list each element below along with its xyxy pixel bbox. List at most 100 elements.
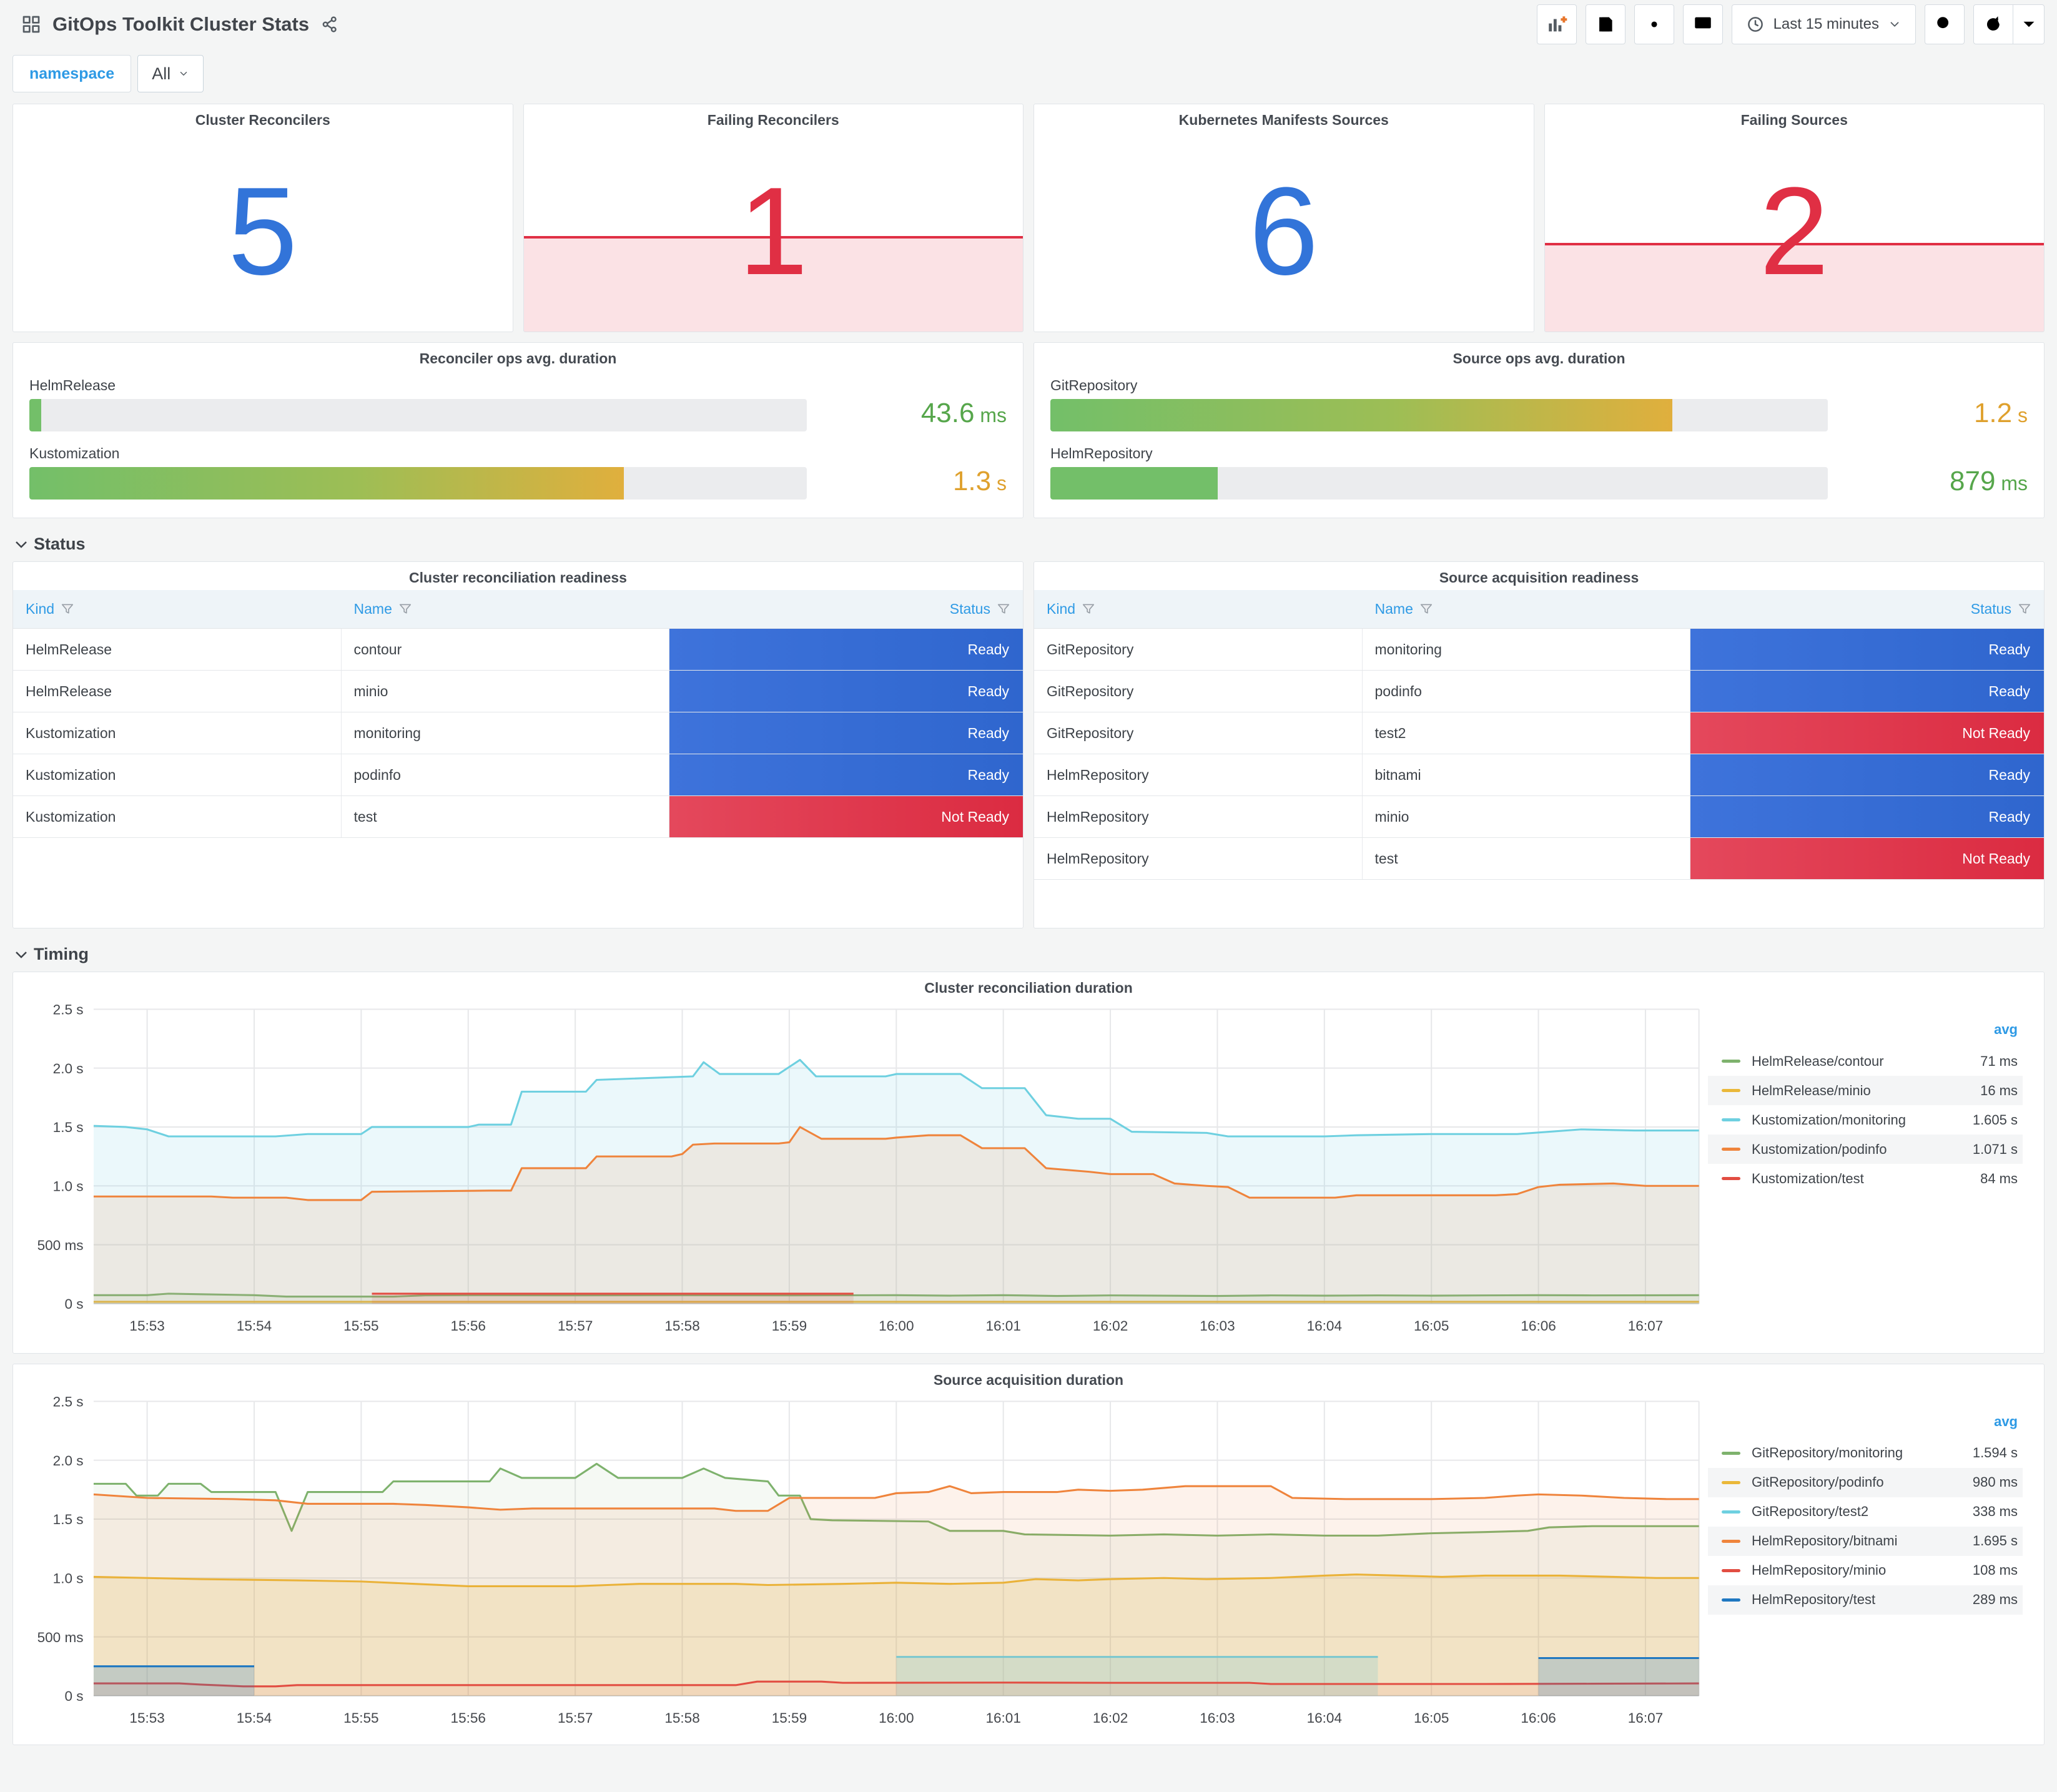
gauge-panel-title[interactable]: Source ops avg. duration <box>1034 343 2044 371</box>
table-row: GitRepository monitoring Ready <box>1034 629 2044 671</box>
refresh-interval-dropdown[interactable] <box>2013 4 2045 44</box>
chart-panel-title[interactable]: Cluster reconciliation duration <box>13 972 2044 1000</box>
legend-series-avg: 16 ms <box>1980 1082 2018 1098</box>
stat-panel-title[interactable]: Cluster Reconcilers <box>13 104 513 132</box>
svg-text:16:05: 16:05 <box>1414 1318 1449 1334</box>
legend-item[interactable]: HelmRepository/minio 108 ms <box>1708 1556 2023 1585</box>
dashboard-settings-button[interactable] <box>1634 4 1674 44</box>
filter-funnel-icon[interactable] <box>997 602 1010 617</box>
namespace-variable-value[interactable]: All <box>137 55 204 92</box>
column-header-label: Name <box>353 601 392 617</box>
svg-text:16:02: 16:02 <box>1093 1318 1128 1334</box>
table-panel-title[interactable]: Cluster reconciliation readiness <box>13 562 1023 590</box>
table-row: Kustomization test Not Ready <box>13 796 1023 838</box>
svg-text:15:54: 15:54 <box>237 1710 272 1725</box>
legend-item[interactable]: Kustomization/test 84 ms <box>1708 1164 2023 1193</box>
gauge-bar <box>1050 399 1672 431</box>
legend-item[interactable]: HelmRelease/minio 16 ms <box>1708 1076 2023 1105</box>
time-range-picker[interactable]: Last 15 minutes <box>1731 4 1916 44</box>
gauge-value-unit: ms <box>1995 472 2028 495</box>
gauge-main: GitRepository <box>1050 377 1828 431</box>
chart-plot-area[interactable]: 15:53 15:54 15:55 15:56 15:57 15:58 15:59 16:00… <box>18 1000 1708 1349</box>
legend-series-avg: 84 ms <box>1980 1170 2018 1186</box>
gauge-bar <box>29 399 41 431</box>
stat-panel-title[interactable]: Failing Reconcilers <box>524 104 1024 132</box>
svg-text:2.0 s: 2.0 s <box>53 1061 84 1076</box>
table-column-header[interactable]: Status <box>1690 590 2044 628</box>
stat-panel-title[interactable]: Kubernetes Manifests Sources <box>1034 104 1534 132</box>
dashboards-grid-icon[interactable] <box>21 14 41 34</box>
chart-plot-area[interactable]: 15:53 15:54 15:55 15:56 15:57 15:58 15:59 16:00… <box>18 1392 1708 1741</box>
legend-series-avg: 71 ms <box>1980 1053 2018 1069</box>
zoom-out-time-button[interactable] <box>1925 4 1965 44</box>
legend-item[interactable]: GitRepository/monitoring 1.594 s <box>1708 1439 2023 1468</box>
legend-item[interactable]: Kustomization/podinfo 1.071 s <box>1708 1135 2023 1164</box>
table-row: Kustomization monitoring Ready <box>13 712 1023 754</box>
namespace-variable-selected: All <box>152 64 171 83</box>
dashboard-page: GitOps Toolkit Cluster Stats Last 15 min… <box>0 0 2057 1761</box>
table-row: Kustomization podinfo Ready <box>13 754 1023 796</box>
gauge-panel-title[interactable]: Reconciler ops avg. duration <box>13 343 1023 371</box>
svg-text:15:55: 15:55 <box>343 1318 378 1334</box>
kind-cell: GitRepository <box>1034 712 1363 754</box>
table-column-header[interactable]: Name <box>1363 590 1691 628</box>
legend-item[interactable]: HelmRelease/contour 71 ms <box>1708 1046 2023 1076</box>
filter-funnel-icon[interactable] <box>398 602 412 617</box>
dashboard-header: GitOps Toolkit Cluster Stats Last 15 min… <box>12 0 2045 49</box>
table-row: HelmRelease minio Ready <box>13 671 1023 712</box>
chevron-down-icon <box>1888 17 1902 31</box>
timing-section-toggle[interactable]: Timing <box>15 945 2045 964</box>
status-badge: Not Ready <box>1690 838 2044 879</box>
legend-item[interactable]: HelmRepository/bitnami 1.695 s <box>1708 1526 2023 1556</box>
readiness-table: Kind Name Status HelmRelease contour Ready Hel… <box>13 590 1023 838</box>
gauge-body: GitRepository 1.2 s HelmRepository 879 ms <box>1034 371 2044 500</box>
legend-item[interactable]: GitRepository/podinfo 980 ms <box>1708 1467 2023 1497</box>
gauge-label: GitRepository <box>1050 377 1138 393</box>
legend-series-avg: 1.695 s <box>1972 1533 2018 1548</box>
svg-text:15:54: 15:54 <box>237 1318 272 1334</box>
legend-series-name: GitRepository/test2 <box>1752 1504 1869 1519</box>
status-badge: Not Ready <box>669 796 1023 837</box>
gauge-panels-row: Reconciler ops avg. duration HelmRelease 4… <box>12 342 2045 518</box>
legend-avg-header[interactable]: avg <box>1708 1414 2023 1439</box>
status-badge: Ready <box>669 712 1023 754</box>
legend-series-name: Kustomization/test <box>1752 1170 1864 1186</box>
kind-cell: Kustomization <box>13 754 342 795</box>
refresh-button[interactable] <box>1973 4 2013 44</box>
gauge-value-number: 1.3 <box>952 466 992 496</box>
legend-item[interactable]: GitRepository/test2 338 ms <box>1708 1497 2023 1527</box>
table-column-header[interactable]: Status <box>669 590 1023 628</box>
table-column-header[interactable]: Kind <box>1034 590 1363 628</box>
chart-flex: 15:53 15:54 15:55 15:56 15:57 15:58 15:59 16:00… <box>13 1000 2044 1353</box>
share-icon[interactable] <box>320 15 339 34</box>
stat-panel-title[interactable]: Failing Sources <box>1545 104 2045 132</box>
gauge-value-number: 879 <box>1950 466 1996 496</box>
legend-series-color <box>1722 1177 1740 1180</box>
table-row: HelmRelease contour Ready <box>13 629 1023 671</box>
filter-funnel-icon[interactable] <box>1082 602 1095 617</box>
legend-avg-header[interactable]: avg <box>1708 1022 2023 1046</box>
table-column-header[interactable]: Kind <box>13 590 342 628</box>
table-row: HelmRepository bitnami Ready <box>1034 754 2044 796</box>
status-badge: Ready <box>1690 629 2044 670</box>
table-panel-title[interactable]: Source acquisition readiness <box>1034 562 2044 590</box>
gauge-track <box>1050 467 1828 500</box>
cycle-view-mode-button[interactable] <box>1682 4 1723 44</box>
namespace-variable-label[interactable]: namespace <box>12 55 132 92</box>
filter-funnel-icon[interactable] <box>61 602 74 617</box>
add-panel-button[interactable] <box>1536 4 1577 44</box>
status-section-toggle[interactable]: Status <box>15 534 2045 554</box>
filter-funnel-icon[interactable] <box>1419 602 1433 617</box>
stat-panel: Kubernetes Manifests Sources 6 <box>1033 104 1534 332</box>
legend-item[interactable]: HelmRepository/test 289 ms <box>1708 1585 2023 1615</box>
chart-panel-title[interactable]: Source acquisition duration <box>13 1364 2044 1392</box>
svg-text:15:53: 15:53 <box>129 1710 164 1725</box>
legend-item[interactable]: Kustomization/monitoring 1.605 s <box>1708 1105 2023 1135</box>
save-dashboard-button[interactable] <box>1585 4 1625 44</box>
table-column-header[interactable]: Name <box>342 590 670 628</box>
filter-funnel-icon[interactable] <box>2018 602 2031 617</box>
gauge-value-unit: s <box>2012 404 2028 426</box>
svg-text:1.5 s: 1.5 s <box>53 1120 84 1135</box>
status-badge: Ready <box>669 671 1023 712</box>
column-header-label: Status <box>949 601 990 617</box>
